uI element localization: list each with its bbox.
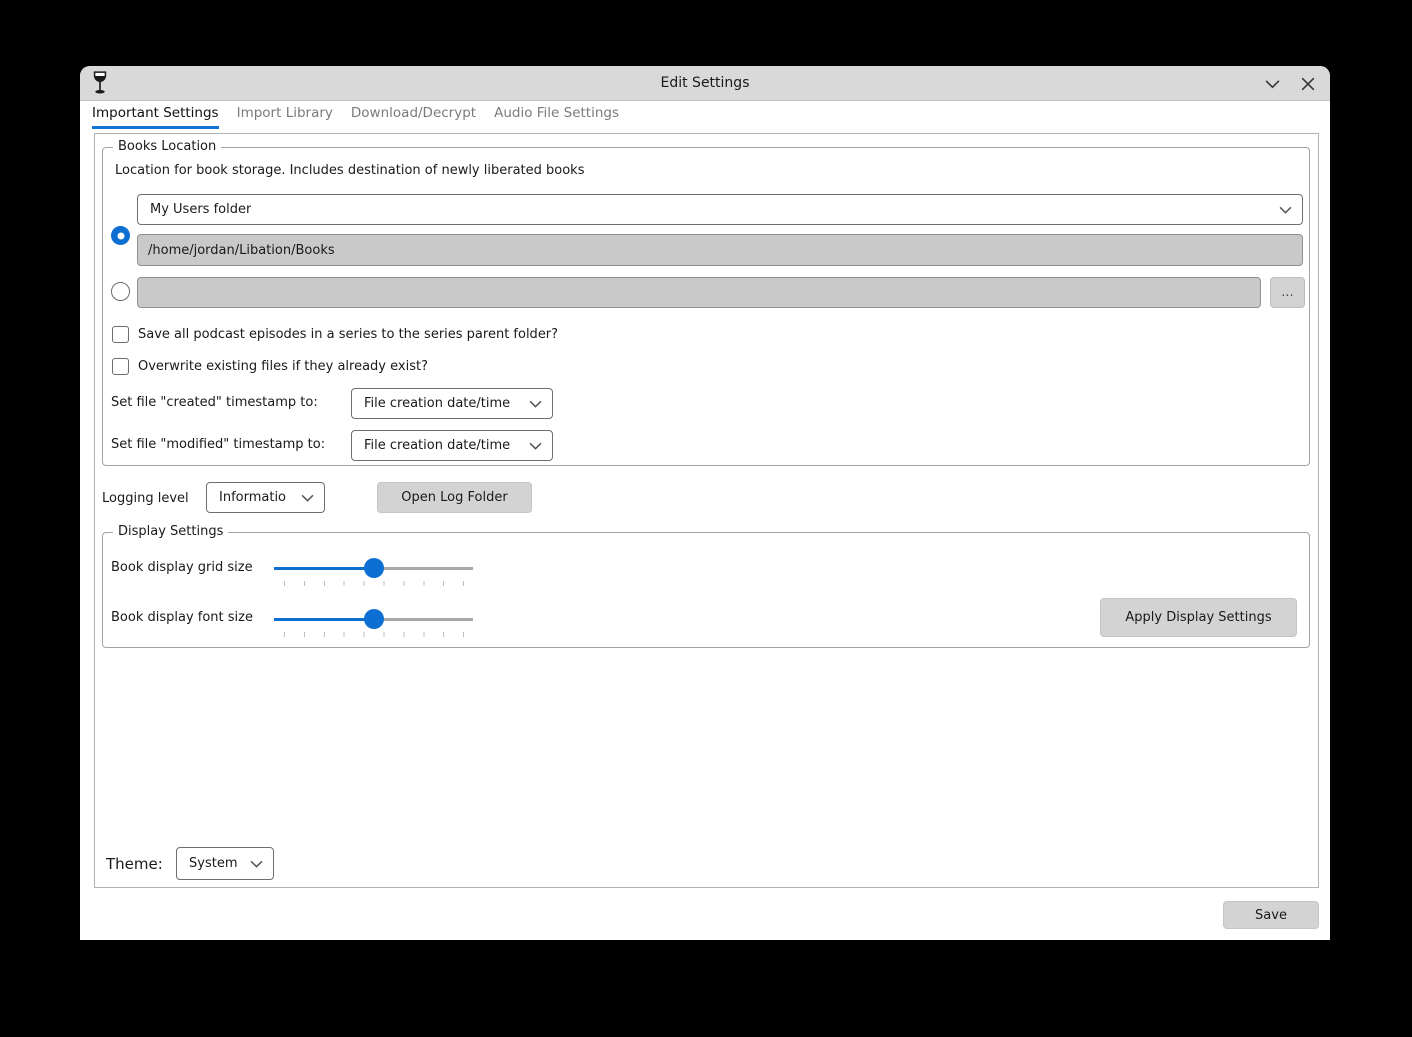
folder-preset-dropdown[interactable]: My Users folder xyxy=(137,194,1303,225)
created-timestamp-value: File creation date/time xyxy=(352,396,510,411)
books-location-group: Books Location Location for book storage… xyxy=(102,147,1310,466)
slider-ticks xyxy=(284,632,464,637)
slider-fill xyxy=(274,567,374,570)
titlebar: Edit Settings xyxy=(80,66,1330,101)
modified-timestamp-label: Set file "modified" timestamp to: xyxy=(111,437,325,452)
chevron-down-icon xyxy=(1279,205,1292,214)
display-settings-group: Display Settings Book display grid size … xyxy=(102,532,1310,648)
tab-import-library[interactable]: Import Library xyxy=(237,101,333,129)
open-log-folder-button[interactable]: Open Log Folder xyxy=(377,482,532,513)
overwrite-files-checkbox[interactable] xyxy=(112,358,129,375)
books-location-description: Location for book storage. Includes dest… xyxy=(115,163,585,178)
modified-timestamp-dropdown[interactable]: File creation date/time xyxy=(351,430,553,461)
apply-display-settings-button[interactable]: Apply Display Settings xyxy=(1100,598,1297,637)
font-size-slider[interactable] xyxy=(274,609,473,629)
chevron-down-icon xyxy=(529,441,542,450)
font-size-label: Book display font size xyxy=(111,610,253,625)
logging-level-dropdown[interactable]: Information xyxy=(206,482,325,513)
slider-ticks xyxy=(284,581,464,586)
theme-value: System xyxy=(177,856,237,871)
podcast-series-label: Save all podcast episodes in a series to… xyxy=(138,327,558,342)
slider-fill xyxy=(274,618,374,621)
tab-audio-file-settings[interactable]: Audio File Settings xyxy=(494,101,619,129)
window-title: Edit Settings xyxy=(80,75,1330,91)
logging-level-value: Information xyxy=(207,490,287,505)
books-location-legend: Books Location xyxy=(113,139,221,155)
tab-download-decrypt[interactable]: Download/Decrypt xyxy=(351,101,476,129)
overwrite-files-label: Overwrite existing files if they already… xyxy=(138,359,428,374)
important-settings-panel: Books Location Location for book storage… xyxy=(94,133,1319,888)
modified-timestamp-value: File creation date/time xyxy=(352,438,510,453)
chevron-down-icon xyxy=(529,399,542,408)
browse-button[interactable]: ... xyxy=(1270,277,1305,308)
display-settings-legend: Display Settings xyxy=(113,524,228,540)
minimize-button[interactable] xyxy=(1262,74,1282,94)
tabstrip: Important Settings Import Library Downlo… xyxy=(80,101,1330,131)
folder-preset-value: My Users folder xyxy=(138,202,251,217)
save-button[interactable]: Save xyxy=(1223,901,1319,929)
tab-important-settings[interactable]: Important Settings xyxy=(92,101,219,129)
custom-path-field[interactable] xyxy=(137,277,1261,308)
created-timestamp-dropdown[interactable]: File creation date/time xyxy=(351,388,553,419)
known-path-radio[interactable] xyxy=(111,226,130,245)
chevron-down-icon xyxy=(301,493,314,502)
slider-thumb[interactable] xyxy=(364,609,384,629)
chevron-down-icon xyxy=(250,859,263,868)
slider-thumb[interactable] xyxy=(364,558,384,578)
custom-path-radio[interactable] xyxy=(111,282,130,301)
podcast-series-checkbox[interactable] xyxy=(112,326,129,343)
created-timestamp-label: Set file "created" timestamp to: xyxy=(111,395,318,410)
logging-level-label: Logging level xyxy=(102,491,189,506)
known-path-field[interactable]: /home/jordan/Libation/Books xyxy=(137,234,1303,266)
grid-size-label: Book display grid size xyxy=(111,560,253,575)
edit-settings-window: Edit Settings Important Settings Import … xyxy=(80,66,1330,940)
theme-label: Theme: xyxy=(106,855,163,873)
theme-dropdown[interactable]: System xyxy=(176,847,274,880)
close-button[interactable] xyxy=(1298,74,1318,94)
grid-size-slider[interactable] xyxy=(274,558,473,578)
